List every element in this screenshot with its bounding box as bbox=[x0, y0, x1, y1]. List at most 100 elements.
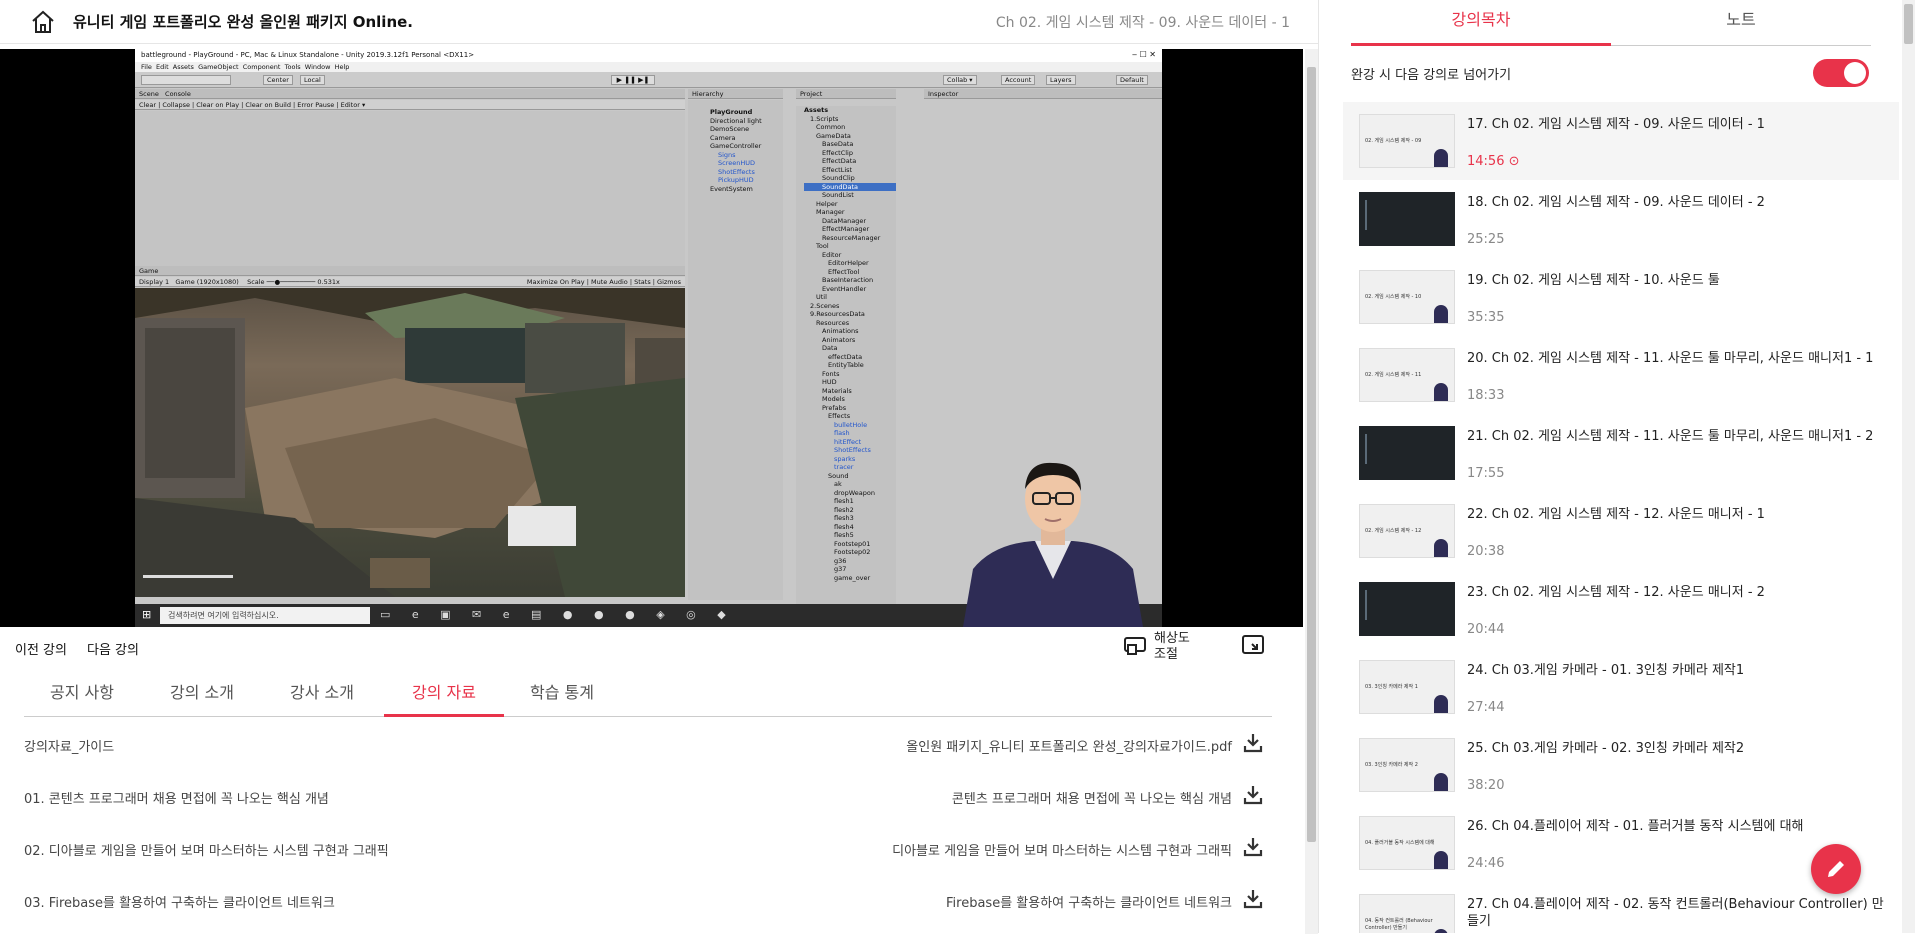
lecture-title: 19. Ch 02. 게임 시스템 제작 - 10. 사운드 툴 bbox=[1467, 273, 1720, 288]
material-file-link[interactable]: 올인원 패키지_유니티 포트폴리오 완성_강의자료가이드.pdf bbox=[906, 736, 1232, 755]
project-item: SoundClip bbox=[822, 174, 855, 182]
project-item: tracer bbox=[834, 463, 854, 471]
project-item: GameData bbox=[816, 131, 851, 140]
project-item: BaseInteraction bbox=[822, 276, 874, 284]
lecture-duration: 17:55 bbox=[1467, 466, 1504, 481]
project-item: EffectList bbox=[822, 165, 853, 174]
tab-materials[interactable]: 강의 자료 bbox=[384, 679, 504, 717]
resolution-button[interactable]: 해상도 조절 bbox=[1122, 629, 1202, 665]
lecture-item[interactable]: 02. 게임 시스템 제작 - 11 20. Ch 02. 게임 시스템 제작 -… bbox=[1343, 336, 1899, 414]
lecture-item[interactable]: 03. 3인칭 카메라 제작 1 24. Ch 03.게임 카메라 - 01. 3… bbox=[1343, 648, 1899, 726]
fullscreen-button[interactable] bbox=[1242, 635, 1264, 655]
lecture-thumbnail: 03. 3인칭 카메라 제작 1 bbox=[1359, 660, 1455, 714]
tab-instructor-intro[interactable]: 강사 소개 bbox=[290, 679, 354, 717]
maximize-on-play: Maximize On Play bbox=[526, 278, 585, 286]
stats-toggle: Stats bbox=[634, 278, 651, 286]
menu-gameobject: GameObject bbox=[198, 63, 239, 71]
duration-text: 20:38 bbox=[1467, 544, 1505, 559]
layout-button: Default bbox=[1116, 75, 1148, 85]
write-note-button[interactable] bbox=[1811, 844, 1861, 894]
project-item: Animations bbox=[822, 327, 859, 335]
download-icon[interactable] bbox=[1242, 732, 1264, 754]
top-header: 유니티 게임 포트폴리오 완성 올인원 패키지 Online. Ch 02. 게… bbox=[0, 0, 1318, 44]
menu-window: Window bbox=[304, 63, 331, 71]
console-toolbar: Clear | Collapse | Clear on Play | Clear… bbox=[135, 100, 685, 110]
tab-stats[interactable]: 학습 통계 bbox=[530, 679, 594, 717]
lecture-item[interactable]: 02. 게임 시스템 제작 - 12 22. Ch 02. 게임 시스템 제작 -… bbox=[1343, 492, 1899, 570]
console-editor: Editor ▾ bbox=[340, 101, 366, 109]
page-scrollbar[interactable] bbox=[1305, 49, 1318, 934]
next-lecture-button[interactable]: 다음 강의 bbox=[87, 639, 139, 658]
project-item: Editor bbox=[822, 250, 842, 259]
autoplay-toggle[interactable] bbox=[1813, 59, 1869, 87]
console-tabs: Scene Console bbox=[135, 89, 685, 99]
lecture-duration: 24:46 bbox=[1467, 856, 1504, 871]
material-file-link[interactable]: 콘텐츠 프로그래머 채용 면접에 꼭 나오는 핵심 개념 bbox=[952, 788, 1232, 807]
lecture-sidebar: 강의목차 노트 완강 시 다음 강의로 넘어가기 02. 게임 시스템 제작 -… bbox=[1318, 0, 1915, 933]
project-item: Prefabs bbox=[822, 403, 847, 412]
course-title: 유니티 게임 포트폴리오 완성 올인원 패키지 Online. bbox=[73, 13, 413, 31]
sidebar-scrollbar-thumb[interactable] bbox=[1904, 4, 1913, 44]
lecture-title: 23. Ch 02. 게임 시스템 제작 - 12. 사운드 매니저 - 2 bbox=[1467, 585, 1765, 600]
lecture-item[interactable]: 21. Ch 02. 게임 시스템 제작 - 11. 사운드 툴 마무리, 사운… bbox=[1343, 414, 1899, 492]
project-item: dropWeapon bbox=[834, 488, 876, 497]
tab-table-of-contents[interactable]: 강의목차 bbox=[1351, 0, 1611, 46]
tab-course-intro[interactable]: 강의 소개 bbox=[170, 679, 234, 717]
lecture-thumbnail: 02. 게임 시스템 제작 - 09 bbox=[1359, 114, 1455, 168]
project-item: g37 bbox=[834, 565, 847, 573]
home-icon[interactable] bbox=[30, 9, 56, 35]
lecture-title: 17. Ch 02. 게임 시스템 제작 - 09. 사운드 데이터 - 1 bbox=[1467, 117, 1765, 132]
download-icon[interactable] bbox=[1242, 836, 1264, 858]
project-item: EffectClip bbox=[822, 148, 853, 157]
thumbnail-caption: 02. 게임 시스템 제작 - 10 bbox=[1365, 294, 1422, 300]
lecture-item[interactable]: 02. 게임 시스템 제작 - 10 19. Ch 02. 게임 시스템 제작 -… bbox=[1343, 258, 1899, 336]
project-item: flesh2 bbox=[834, 505, 854, 514]
project-item: g36 bbox=[834, 556, 847, 565]
unity-titlebar: battleground - PlayGround - PC, Mac & Li… bbox=[135, 49, 1162, 62]
lecture-thumbnail: 03. 3인칭 카메라 제작 2 bbox=[1359, 738, 1455, 792]
video-player[interactable]: battleground - PlayGround - PC, Mac & Li… bbox=[0, 49, 1303, 627]
display-select: Display 1 bbox=[139, 278, 170, 286]
sidebar-scrollbar[interactable] bbox=[1902, 0, 1915, 933]
project-item: hitEffect bbox=[834, 437, 862, 446]
prev-lecture-button[interactable]: 이전 강의 bbox=[15, 639, 67, 658]
project-item: Data bbox=[822, 344, 838, 352]
page-scrollbar-thumb[interactable] bbox=[1307, 67, 1316, 842]
unity-menubar: File Edit Assets GameObject Component To… bbox=[135, 62, 1162, 72]
project-item: game_over bbox=[834, 573, 871, 582]
thumbnail-caption: 02. 게임 시스템 제작 - 11 bbox=[1365, 372, 1422, 378]
lecture-item[interactable]: 23. Ch 02. 게임 시스템 제작 - 12. 사운드 매니저 - 2 20… bbox=[1343, 570, 1899, 648]
layers-button: Layers bbox=[1046, 75, 1076, 85]
project-item: Fonts bbox=[822, 369, 840, 378]
pencil-icon bbox=[1828, 861, 1844, 877]
instructor-video bbox=[963, 462, 1143, 627]
thumbnail-caption: 04. 플러거블 동작 시스템에 대해 bbox=[1365, 840, 1435, 846]
download-icon[interactable] bbox=[1242, 888, 1264, 910]
hierarchy-item: Signs bbox=[718, 150, 736, 159]
tab-notice[interactable]: 공지 사항 bbox=[50, 679, 114, 717]
project-item: flesh5 bbox=[834, 531, 854, 539]
menu-component: Component bbox=[242, 63, 281, 71]
project-item: EventHandler bbox=[822, 284, 867, 293]
material-file-link[interactable]: Firebase를 활용하여 구축하는 클라이언트 네트워크 bbox=[946, 892, 1232, 911]
tab-notes[interactable]: 노트 bbox=[1611, 0, 1871, 46]
play-controls: ▶ ❚❚ ▶❚ bbox=[611, 75, 655, 85]
duration-text: 17:55 bbox=[1467, 466, 1505, 481]
download-icon[interactable] bbox=[1242, 784, 1264, 806]
project-item: Common bbox=[816, 123, 846, 131]
console-area bbox=[135, 111, 685, 276]
instructor-avatar bbox=[1434, 305, 1448, 323]
project-item: ShotEffects bbox=[834, 446, 871, 454]
project-item: flesh3 bbox=[834, 514, 854, 522]
lecture-item[interactable]: 02. 게임 시스템 제작 - 09 17. Ch 02. 게임 시스템 제작 -… bbox=[1343, 102, 1899, 180]
play-circle-icon: ⊙ bbox=[1504, 154, 1520, 169]
hierarchy-tab: Hierarchy bbox=[688, 89, 783, 99]
tab-scene: Scene bbox=[139, 90, 159, 98]
project-item: Sound bbox=[828, 471, 849, 480]
lecture-item[interactable]: 03. 3인칭 카메라 제작 2 25. Ch 03.게임 카메라 - 02. 3… bbox=[1343, 726, 1899, 804]
resolution-select: Game (1920x1080) bbox=[175, 278, 239, 286]
material-file-link[interactable]: 디아블로 게임을 만들어 보며 마스터하는 시스템 구현과 그래픽 bbox=[892, 840, 1232, 859]
lecture-item[interactable]: 18. Ch 02. 게임 시스템 제작 - 09. 사운드 데이터 - 2 25… bbox=[1343, 180, 1899, 258]
lecture-item[interactable]: 04. 동작 컨트롤러 (Behaviour Controller) 만들기 27… bbox=[1343, 882, 1899, 933]
scale-label: Scale bbox=[247, 278, 265, 286]
